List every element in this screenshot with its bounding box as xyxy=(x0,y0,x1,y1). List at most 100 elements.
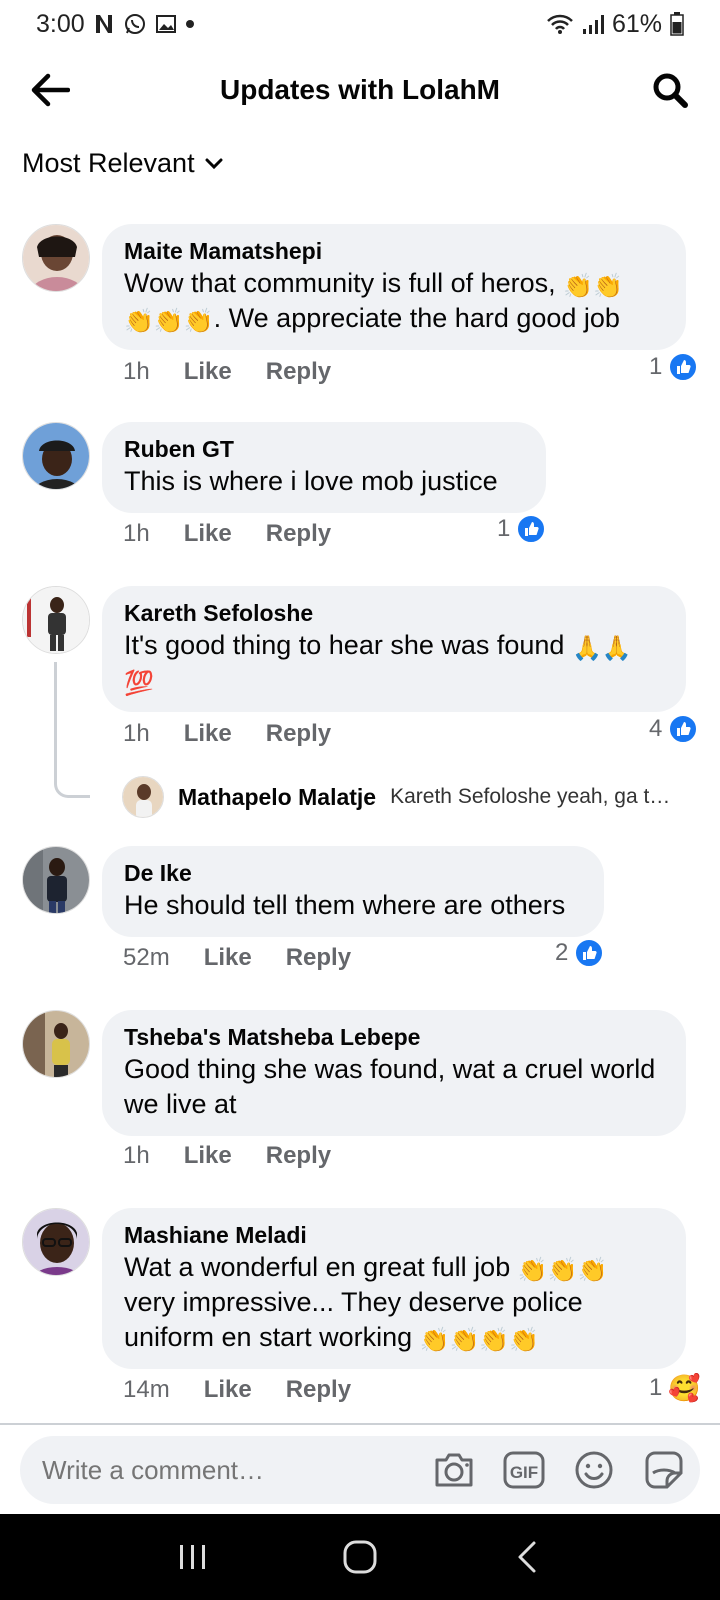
avatar[interactable] xyxy=(22,1010,90,1078)
comment-actions: 1h Like Reply xyxy=(123,358,331,386)
reaction-count[interactable]: 1 xyxy=(649,352,699,382)
comment-actions: 52m Like Reply xyxy=(123,944,351,972)
thumbs-up-icon xyxy=(668,714,699,744)
recent-apps-button[interactable] xyxy=(165,1529,221,1585)
comment-time[interactable]: 14m xyxy=(123,1376,170,1404)
status-left: 3:00 xyxy=(36,10,195,39)
comment-author[interactable]: Ruben GT xyxy=(124,434,524,464)
avatar[interactable] xyxy=(22,586,90,654)
avatar[interactable] xyxy=(22,422,90,490)
system-navigation-bar xyxy=(0,1514,720,1600)
gif-button[interactable]: GIF xyxy=(502,1448,546,1492)
composer-divider xyxy=(0,1423,720,1425)
comment-author[interactable]: Maite Mamatshepi xyxy=(124,236,664,266)
clapping-hands-icon: 👏👏👏 xyxy=(124,308,214,335)
like-button[interactable]: Like xyxy=(204,944,252,972)
like-button[interactable]: Like xyxy=(184,1142,232,1170)
avatar[interactable] xyxy=(22,224,90,292)
back-button[interactable] xyxy=(26,66,74,114)
hundred-points-icon: 💯 xyxy=(124,670,154,697)
battery-icon xyxy=(670,12,684,36)
comment-text: It's good thing to hear she was found 🙏🙏… xyxy=(124,630,632,697)
comment-bubble[interactable]: Tsheba's Matsheba Lebepe Good thing she … xyxy=(102,1010,686,1136)
comment-text: Wat a wonderful en great full job 👏👏👏 ver… xyxy=(124,1252,608,1354)
comment-text: Good thing she was found, wat a cruel wo… xyxy=(124,1054,656,1119)
reaction-count[interactable]: 1 🥰 xyxy=(649,1374,701,1402)
back-arrow-icon xyxy=(31,73,70,107)
reaction-count[interactable]: 4 xyxy=(649,714,699,744)
comment-author[interactable]: Kareth Sefoloshe xyxy=(124,598,664,628)
reply-button[interactable]: Reply xyxy=(286,944,351,972)
comment-author[interactable]: Tsheba's Matsheba Lebepe xyxy=(124,1022,664,1052)
comment-bubble[interactable]: Kareth Sefoloshe It's good thing to hear… xyxy=(102,586,686,712)
comment-time[interactable]: 1h xyxy=(123,720,150,748)
comment-time[interactable]: 1h xyxy=(123,520,150,548)
comment-author[interactable]: Mashiane Meladi xyxy=(124,1220,664,1250)
comment-actions: 1h Like Reply xyxy=(123,720,331,748)
system-back-button[interactable] xyxy=(499,1529,555,1585)
reaction-count[interactable]: 1 xyxy=(497,514,547,544)
reply-button[interactable]: Reply xyxy=(286,1376,351,1404)
comment-actions: 1h Like Reply xyxy=(123,520,331,548)
comment-bubble[interactable]: Mashiane Meladi Wat a wonderful en great… xyxy=(102,1208,686,1369)
search-button[interactable] xyxy=(646,66,694,114)
chevron-left-icon xyxy=(518,1541,536,1573)
avatar[interactable] xyxy=(22,1208,90,1276)
reply-button[interactable]: Reply xyxy=(266,358,331,386)
search-icon xyxy=(653,73,688,108)
comment-composer: GIF xyxy=(20,1436,700,1504)
comment-actions: 1h Like Reply xyxy=(123,1142,331,1170)
reply-thread-line xyxy=(54,662,90,798)
care-reaction-icon: 🥰 xyxy=(668,1373,701,1403)
netflix-notification-icon xyxy=(93,13,115,35)
clapping-hands-icon: 👏👏👏 xyxy=(517,1257,608,1284)
camera-icon[interactable] xyxy=(432,1448,476,1492)
comment-text: Wow that community is full of heros, 👏👏 👏… xyxy=(124,268,623,335)
comment-input[interactable] xyxy=(42,1454,432,1486)
avatar[interactable] xyxy=(22,846,90,914)
wifi-icon xyxy=(546,13,574,35)
home-button[interactable] xyxy=(332,1529,388,1585)
status-time: 3:00 xyxy=(36,9,85,38)
thumbs-up-icon xyxy=(516,514,547,544)
like-button[interactable]: Like xyxy=(184,720,232,748)
comment-author[interactable]: De Ike xyxy=(124,858,582,888)
comment-bubble[interactable]: De Ike He should tell them where are oth… xyxy=(102,846,604,937)
reaction-count[interactable]: 2 xyxy=(555,938,605,968)
folded-hands-icon: 🙏🙏 xyxy=(571,635,632,662)
more-notifications-dot-icon xyxy=(185,19,195,29)
reply-button[interactable]: Reply xyxy=(266,720,331,748)
reply-button[interactable]: Reply xyxy=(266,1142,331,1170)
comment-time[interactable]: 1h xyxy=(123,358,150,386)
chevron-down-icon xyxy=(205,158,223,169)
comment-time[interactable]: 52m xyxy=(123,944,170,972)
comment-bubble[interactable]: Ruben GT This is where i love mob justic… xyxy=(102,422,546,513)
recent-apps-icon xyxy=(180,1545,206,1569)
comment-time[interactable]: 1h xyxy=(123,1142,150,1170)
comment-bubble[interactable]: Maite Mamatshepi Wow that community is f… xyxy=(102,224,686,350)
page-title: Updates with LolahM xyxy=(220,74,500,105)
clapping-hands-icon: 👏👏👏👏 xyxy=(419,1327,540,1354)
home-icon xyxy=(343,1540,377,1574)
reply-author: Mathapelo Malatje xyxy=(178,783,377,810)
reply-preview[interactable]: Mathapelo Malatje Kareth Sefoloshe yeah,… xyxy=(122,776,702,818)
reply-avatar xyxy=(122,776,164,818)
clapping-hands-icon: 👏👏 xyxy=(563,273,623,300)
sort-label: Most Relevant xyxy=(22,148,195,178)
app-header: Updates with LolahM xyxy=(0,56,720,124)
battery-percent: 61% xyxy=(611,9,662,38)
emoji-icon[interactable] xyxy=(572,1448,616,1492)
signal-icon xyxy=(582,13,604,35)
reply-text: Kareth Sefoloshe yeah, ga t… xyxy=(390,785,671,808)
gallery-notification-icon xyxy=(155,13,177,35)
sort-dropdown[interactable]: Most Relevant xyxy=(22,148,223,179)
whatsapp-notification-icon xyxy=(123,12,147,36)
sticker-icon[interactable] xyxy=(642,1448,686,1492)
reply-button[interactable]: Reply xyxy=(266,520,331,548)
gif-label: GIF xyxy=(510,1463,538,1482)
like-button[interactable]: Like xyxy=(184,358,232,386)
thumbs-up-icon xyxy=(574,938,605,968)
status-right: 61% xyxy=(546,10,684,39)
like-button[interactable]: Like xyxy=(184,520,232,548)
like-button[interactable]: Like xyxy=(204,1376,252,1404)
